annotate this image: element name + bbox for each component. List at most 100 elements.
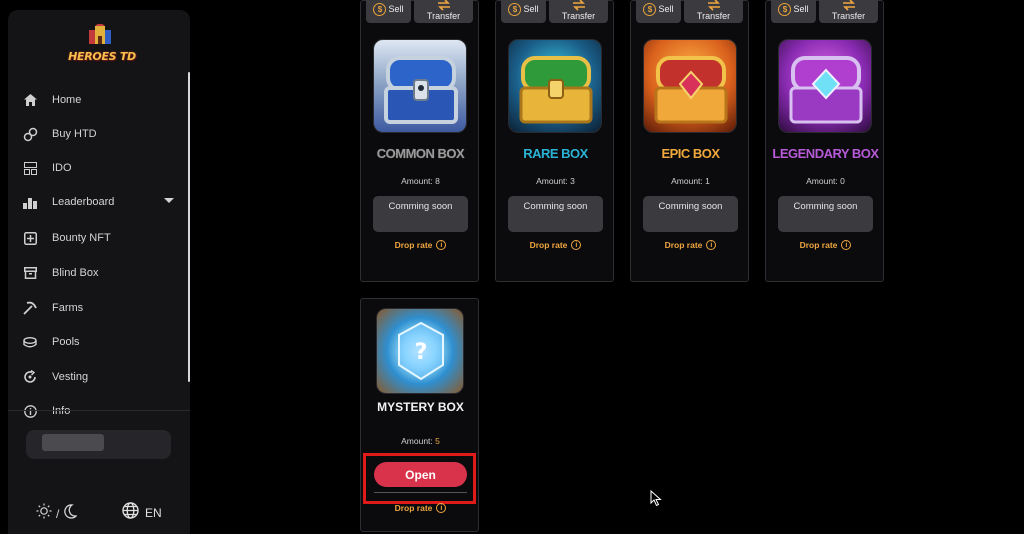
sidebar-item-label: Pools	[52, 336, 80, 348]
transfer-icon	[707, 0, 720, 11]
sidebar-scrollbar[interactable]	[188, 72, 190, 382]
coin-icon: $	[508, 2, 522, 16]
sidebar-item-leaderboard[interactable]: Leaderboard	[22, 189, 182, 215]
box-amount: Amount: 3	[536, 176, 575, 186]
language-label: EN	[145, 506, 162, 520]
wallet-address-box[interactable]	[26, 430, 171, 459]
epic-box-image	[643, 39, 737, 133]
castle-icon	[89, 24, 111, 44]
coin-icon: $	[643, 2, 657, 16]
mouse-cursor-icon	[650, 490, 662, 507]
pools-icon	[22, 334, 38, 350]
box-card-mystery: ? MYSTERY BOX Amount: 5 Open Drop rate i	[360, 298, 479, 532]
box-card-epic: $ Sell Transfer EPIC BOX Amount: 1 Commin…	[630, 0, 749, 282]
sidebar-item-home[interactable]: Home	[22, 87, 182, 113]
box-card-legendary: $ Sell Transfer LEGENDARY BOX Amount: 0 C…	[765, 0, 884, 282]
sidebar-item-buy-htd[interactable]: Buy HTD	[22, 121, 182, 147]
box-name: MYSTERY BOX	[377, 400, 464, 414]
drop-rate-link[interactable]: Drop rate i	[361, 503, 480, 513]
drop-rate-link[interactable]: Drop rate i	[631, 240, 750, 250]
coin-icon: $	[778, 2, 792, 16]
info-icon: i	[436, 503, 447, 513]
mystery-box-image: ?	[376, 308, 464, 394]
coming-soon-button[interactable]: Comming soon	[643, 196, 738, 232]
sell-button[interactable]: $ Sell	[771, 0, 816, 23]
info-icon: i	[571, 240, 582, 250]
wallet-address-redacted	[42, 434, 104, 451]
logo-text: HEROES TD	[68, 50, 136, 63]
box-card-rare: $ Sell Transfer RARE BOX Amount: 3 Commin…	[495, 0, 614, 282]
sidebar-item-bounty-nft[interactable]: Bounty NFT	[22, 225, 182, 251]
sidebar-divider	[8, 410, 190, 411]
sidebar-item-pools[interactable]: Pools	[22, 329, 182, 355]
sidebar-item-label: Home	[52, 94, 82, 106]
sun-icon[interactable]	[36, 503, 52, 524]
box-amount: Amount: 8	[401, 176, 440, 186]
sell-button[interactable]: $ Sell	[366, 0, 411, 23]
link-icon	[22, 126, 38, 142]
sidebar-item-ido[interactable]: IDO	[22, 155, 182, 181]
coin-icon: $	[373, 2, 387, 16]
drop-rate-link[interactable]: Drop rate i	[496, 240, 615, 250]
ido-icon	[22, 160, 38, 176]
coming-soon-button[interactable]: Comming soon	[373, 196, 468, 232]
home-icon	[22, 92, 38, 108]
box-name: LEGENDARY BOX	[772, 146, 879, 161]
sidebar-item-blind-box[interactable]: Blind Box	[22, 260, 182, 286]
drop-rate-link[interactable]: Drop rate i	[766, 240, 885, 250]
box-amount: Amount: 5	[401, 436, 440, 446]
sidebar-item-label: IDO	[52, 162, 72, 174]
info-icon	[22, 403, 38, 419]
sidebar-item-info[interactable]: Info	[22, 398, 182, 424]
transfer-icon	[572, 0, 585, 11]
coming-soon-button[interactable]: Comming soon	[778, 196, 873, 232]
leaderboard-icon	[22, 194, 38, 210]
svg-text:?: ?	[415, 340, 428, 365]
chevron-down-icon[interactable]	[164, 198, 174, 203]
transfer-button[interactable]: Transfer	[549, 0, 608, 23]
moon-icon[interactable]	[63, 503, 79, 524]
box-icon	[22, 265, 38, 281]
transfer-button[interactable]: Transfer	[684, 0, 743, 23]
box-name: COMMON BOX	[376, 146, 465, 161]
common-box-image	[373, 39, 467, 133]
sidebar: HEROES TD Home Buy HTD IDO Leaderboard B…	[8, 10, 190, 534]
box-amount: Amount: 0	[806, 176, 845, 186]
box-name: EPIC BOX	[661, 146, 720, 161]
sidebar-item-farms[interactable]: Farms	[22, 295, 182, 321]
sidebar-item-label: Leaderboard	[52, 196, 115, 208]
divider	[374, 492, 467, 493]
open-button[interactable]: Open	[374, 462, 467, 487]
transfer-icon	[437, 0, 450, 11]
sidebar-item-label: Farms	[52, 302, 84, 314]
box-card-common: $ Sell Transfer COMMON BOX Amount: 8 Comm…	[360, 0, 479, 282]
sidebar-item-label: Blind Box	[52, 267, 99, 279]
rare-box-image	[508, 39, 602, 133]
transfer-icon	[842, 0, 855, 11]
theme-separator: /	[56, 506, 60, 521]
sell-button[interactable]: $ Sell	[636, 0, 681, 23]
sidebar-item-vesting[interactable]: Vesting	[22, 364, 182, 390]
coming-soon-button[interactable]: Comming soon	[508, 196, 603, 232]
info-icon: i	[706, 240, 717, 250]
bounty-icon	[22, 230, 38, 246]
transfer-button[interactable]: Transfer	[819, 0, 878, 23]
globe-icon	[122, 502, 139, 524]
pickaxe-icon	[22, 300, 38, 316]
open-highlight: Open	[363, 453, 476, 504]
sidebar-item-label: Buy HTD	[52, 128, 97, 140]
drop-rate-link[interactable]: Drop rate i	[361, 240, 480, 250]
sidebar-item-label: Info	[52, 405, 71, 417]
legendary-box-image	[778, 39, 872, 133]
sidebar-item-label: Bounty NFT	[52, 232, 111, 244]
vesting-icon	[22, 369, 38, 385]
transfer-button[interactable]: Transfer	[414, 0, 473, 23]
theme-toggle: /	[36, 503, 79, 524]
box-amount: Amount: 1	[671, 176, 710, 186]
language-selector[interactable]: EN	[122, 502, 162, 524]
sidebar-item-label: Vesting	[52, 371, 89, 383]
sell-button[interactable]: $ Sell	[501, 0, 546, 23]
heroes-td-logo[interactable]: HEROES TD	[66, 20, 138, 70]
info-icon: i	[436, 240, 447, 250]
info-icon: i	[841, 240, 852, 250]
